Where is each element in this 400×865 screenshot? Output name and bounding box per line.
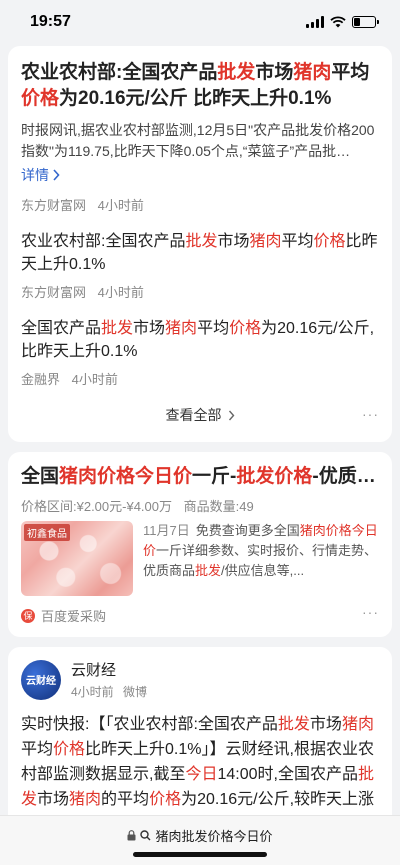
text-segment: 一斤-: [192, 466, 237, 487]
highlight-text: 批发: [101, 320, 134, 337]
avatar-logo-text: 云财经: [26, 676, 56, 687]
status-icons: [306, 16, 379, 28]
news-source: 金融界: [21, 372, 61, 387]
highlight-text: 批发: [185, 233, 218, 250]
status-bar: 19:57: [0, 0, 400, 44]
see-all-row: 查看全部 ···: [21, 400, 379, 430]
text-segment: /供应信息等,...: [221, 563, 305, 578]
wifi-icon: [330, 16, 346, 28]
news-time: 4小时前: [97, 285, 144, 300]
text-segment: 实时快报:【「农业农村部:全国农产品: [21, 716, 278, 733]
text-segment: 平均: [331, 62, 370, 83]
main-news-summary[interactable]: 时报网讯,据农业农村部监测,12月5日"农产品批发价格200指数"为119.75…: [21, 120, 379, 162]
author-meta: 4小时前 微博: [71, 683, 147, 700]
lock-icon: [127, 830, 136, 841]
see-all-label: 查看全部: [165, 407, 222, 423]
highlight-text: 猪肉: [293, 62, 332, 83]
product-date: 11月7日: [143, 523, 190, 538]
text-segment: 平均: [281, 233, 314, 250]
baidu-aicaigou-icon: 保: [21, 608, 35, 623]
text-segment: 时报网讯,据农业农村部监测,12月5日"农产品批发价格200指数"为119.75…: [21, 122, 375, 159]
product-source-row: 保 百度爱采购 ···: [21, 604, 379, 625]
news-source: 东方财富网: [21, 198, 87, 213]
highlight-text: 猪肉: [165, 320, 198, 337]
news-time: 4小时前: [71, 372, 118, 387]
product-title[interactable]: 全国猪肉价格今日价一斤-批发价格-优质货源: [21, 464, 379, 490]
highlight-text: 批发: [195, 563, 222, 578]
text-segment: 免费查询更多全国: [195, 523, 300, 538]
detail-link[interactable]: 详情: [21, 165, 60, 185]
more-options-icon[interactable]: ···: [362, 604, 379, 620]
text-segment: 为20.16元/公斤 比昨天上升0.1%: [59, 88, 332, 109]
news-card: 农业农村部:全国农产品批发市场猪肉平均价格为20.16元/公斤 比昨天上升0.1…: [8, 46, 392, 442]
price-row: 价格区间:¥2.00元-¥4.00万 商品数量:49: [21, 496, 379, 515]
text-segment: 平均: [21, 741, 54, 758]
news-item-title[interactable]: 农业农村部:全国农产品批发市场猪肉平均价格比昨天上升0.1%: [21, 230, 379, 276]
chevron-right-icon: [228, 410, 234, 420]
search-icon: [140, 830, 151, 841]
text-segment: 农业农村部:全国农产品: [21, 233, 186, 250]
battery-icon: [352, 16, 379, 28]
highlight-text: 价格: [53, 741, 86, 758]
highlight-text: 批发: [217, 62, 256, 83]
text-segment: 全国农产品: [21, 320, 102, 337]
product-body: 初鑫食品 11月7日 免费查询更多全国猪肉价格今日价一斤详细参数、实时报价、行情走…: [21, 521, 379, 596]
address-text: 猪肉批发价格今日价: [155, 829, 273, 844]
address-bar[interactable]: 猪肉批发价格今日价: [0, 826, 400, 845]
text-segment: 市场: [217, 233, 250, 250]
news-item[interactable]: 农业农村部:全国农产品批发市场猪肉平均价格比昨天上升0.1% 东方财富网 4小时…: [21, 230, 379, 301]
see-all-button[interactable]: 查看全部: [166, 405, 235, 425]
main-news-title[interactable]: 农业农村部:全国农产品批发市场猪肉平均价格为20.16元/公斤 比昨天上升0.1…: [21, 60, 379, 112]
highlight-text: 猪肉价格今日价: [59, 466, 193, 487]
news-item[interactable]: 全国农产品批发市场猪肉平均价格为20.16元/公斤,比昨天上升0.1% 金融界 …: [21, 317, 379, 388]
text-segment: 农业农村部:全国农产品: [21, 62, 218, 83]
home-indicator: [133, 852, 267, 857]
product-thumbnail[interactable]: 初鑫食品: [21, 521, 133, 596]
highlight-text: 价格: [313, 233, 346, 250]
highlight-text: 价格: [21, 88, 60, 109]
news-item-meta: 东方财富网 4小时前: [21, 282, 379, 301]
text-segment: 市场: [37, 791, 70, 808]
post-time: 4小时前: [71, 685, 114, 699]
product-count: 商品数量:49: [183, 499, 254, 514]
detail-label: 详情: [21, 167, 49, 183]
chevron-right-icon: [53, 169, 60, 181]
text-segment: 的平均: [101, 791, 150, 808]
news-item-title[interactable]: 全国农产品批发市场猪肉平均价格为20.16元/公斤,比昨天上升0.1%: [21, 317, 379, 363]
news-source: 东方财富网: [21, 285, 87, 300]
browser-bottom-bar: 猪肉批发价格今日价: [0, 815, 400, 865]
product-card[interactable]: 全国猪肉价格今日价一斤-批发价格-优质货源 价格区间:¥2.00元-¥4.00万…: [8, 452, 392, 637]
highlight-text: 猪肉: [69, 791, 102, 808]
main-news-meta: 东方财富网 4小时前: [21, 195, 379, 214]
product-description: 11月7日 免费查询更多全国猪肉价格今日价一斤详细参数、实时报价、行情走势、优质商…: [143, 521, 379, 596]
text-segment: 市场: [309, 716, 342, 733]
product-source: 百度爱采购: [41, 609, 107, 624]
price-range: 价格区间:¥2.00元-¥4.00万: [21, 499, 173, 514]
more-options-icon[interactable]: ···: [362, 406, 379, 422]
highlight-text: 价格: [149, 791, 182, 808]
text-segment: 14:00时,全国农产品: [217, 766, 358, 783]
author-row: 云财经 云财经 4小时前 微博: [21, 659, 379, 700]
post-platform: 微博: [123, 685, 148, 699]
text-segment: 市场: [255, 62, 294, 83]
avatar[interactable]: 云财经: [21, 659, 61, 700]
news-time: 4小时前: [97, 198, 144, 213]
highlight-text: 批发价格: [236, 466, 313, 487]
news-item-meta: 金融界 4小时前: [21, 369, 379, 388]
text-segment: 全国: [21, 466, 60, 487]
highlight-text: 价格: [229, 320, 262, 337]
highlight-text: 猪肉: [249, 233, 282, 250]
highlight-text: 今日: [185, 766, 218, 783]
text-segment: -优质货源: [312, 466, 379, 487]
text-segment: 平均: [197, 320, 230, 337]
status-time: 19:57: [30, 13, 71, 30]
thumbnail-brand-label: 初鑫食品: [24, 524, 70, 541]
highlight-text: 批发: [277, 716, 310, 733]
author-name[interactable]: 云财经: [71, 659, 147, 680]
text-segment: 市场: [133, 320, 166, 337]
cellular-signal-icon: [306, 16, 324, 28]
highlight-text: 猪肉: [341, 716, 374, 733]
